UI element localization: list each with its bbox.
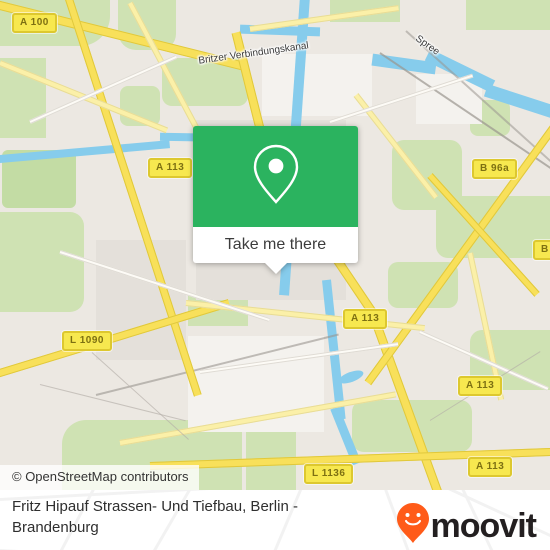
map-area-residential-1 bbox=[262, 54, 372, 116]
location-popup-card[interactable]: Take me there bbox=[193, 126, 358, 274]
road-shield: A 113 bbox=[468, 457, 513, 477]
road-shield: B 96a bbox=[472, 159, 518, 179]
moovit-logo[interactable]: moovit bbox=[396, 503, 537, 548]
moovit-wordmark: moovit bbox=[430, 506, 537, 545]
map-pin-icon bbox=[252, 143, 300, 210]
road-shield: L 1136 bbox=[304, 464, 354, 484]
take-me-there-button[interactable]: Take me there bbox=[193, 227, 358, 263]
road-shield: B bbox=[533, 240, 550, 260]
screenshot-root: Britzer Verbindungskanal Spree A 100 A 113… bbox=[0, 0, 550, 550]
place-title: Fritz Hipauf Strassen- Und Tiefbau, Berl… bbox=[12, 498, 298, 536]
footer-bar: Fritz Hipauf Strassen- Und Tiefbau, Berl… bbox=[0, 490, 550, 550]
osm-attribution: © OpenStreetMap contributors bbox=[0, 465, 199, 490]
road-shield: A 113 bbox=[343, 309, 388, 329]
road-shield: A 113 bbox=[148, 158, 193, 178]
map-area-green-11 bbox=[466, 0, 550, 30]
map-canvas[interactable]: Britzer Verbindungskanal Spree A 100 A 113… bbox=[0, 0, 550, 490]
road-shield: A 100 bbox=[12, 13, 57, 33]
take-me-there-label: Take me there bbox=[224, 236, 327, 253]
map-area-green-5 bbox=[0, 212, 84, 312]
road-shield: L 1090 bbox=[62, 331, 112, 351]
moovit-pin-smile-icon bbox=[396, 503, 429, 548]
popup-card-header bbox=[193, 126, 358, 227]
popup-card-tail bbox=[264, 263, 287, 274]
road-shield: A 113 bbox=[458, 376, 503, 396]
